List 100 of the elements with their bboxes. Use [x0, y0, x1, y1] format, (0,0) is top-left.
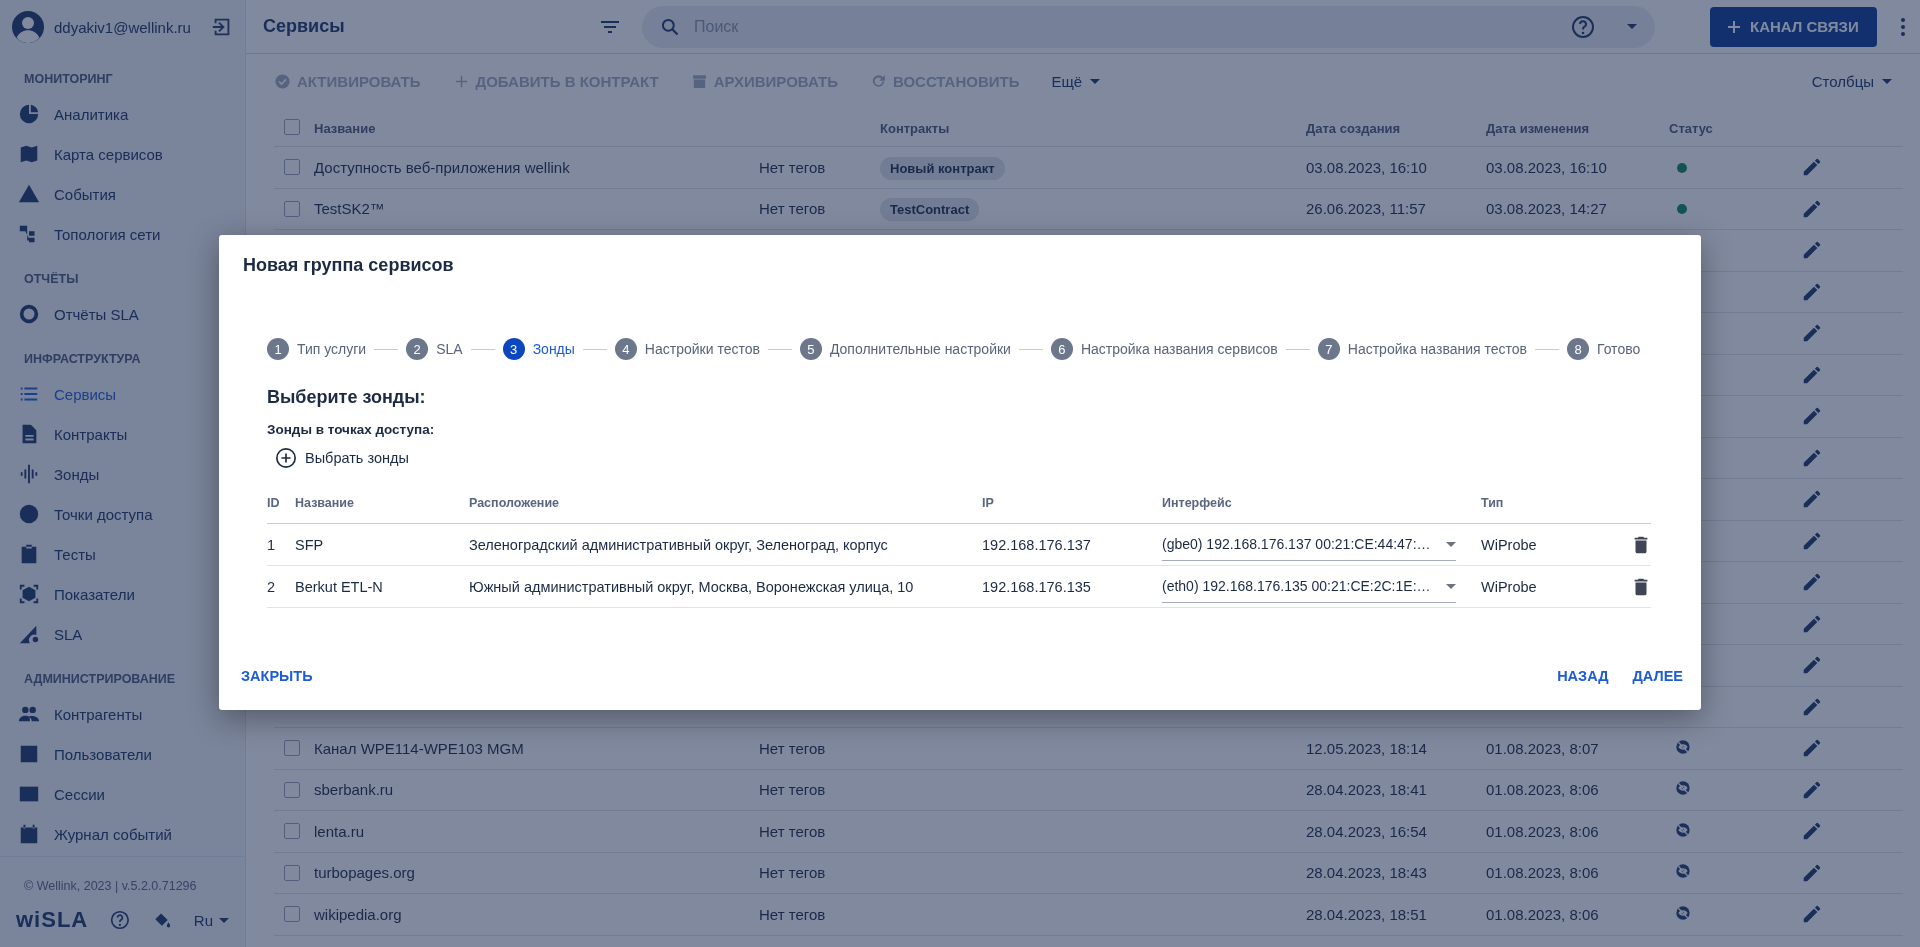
subheading: Зонды в точках доступа: [267, 422, 436, 437]
interface-select[interactable]: (eth0) 192.168.176.135 00:21:CE:2C:1E:… [1162, 570, 1456, 603]
table-cell: TestSK2™ [314, 200, 385, 218]
sidebar-item[interactable]: Карта сервисов [0, 134, 245, 174]
column-header: Статус [1669, 120, 1713, 136]
table-cell: Нет тегов [759, 905, 826, 923]
table-cell-text: Южный административный округ, Москва, Воронежская улица, 10 [469, 578, 915, 595]
sidebar-item[interactable]: Контракты [0, 414, 245, 454]
sidebar-item[interactable]: Сессии [0, 774, 245, 814]
step[interactable]: 6 Настройка названия сервисов [1050, 338, 1278, 360]
cube-icon [18, 583, 40, 605]
table-cell: turbopages.org [314, 864, 415, 882]
section-heading: Выберите зонды: [267, 387, 427, 408]
step[interactable]: 8 Готово [1567, 338, 1641, 360]
checkbox[interactable] [284, 740, 300, 757]
step[interactable]: 1 Тип услуги [267, 338, 367, 360]
caret-icon [1090, 78, 1101, 84]
checkbox[interactable] [284, 906, 300, 923]
select-probes-button[interactable]: Выбрать зонды [275, 447, 409, 469]
more-icon[interactable] [1900, 17, 1905, 36]
sidebar-item[interactable]: Контрагенты [0, 694, 245, 734]
step[interactable]: 7 Настройка названия тестов [1317, 338, 1527, 360]
table-cell: 01.08.2023, 8:06 [1486, 905, 1599, 923]
table-cell-text: SFP [295, 536, 325, 553]
table-cell: 26.06.2023, 11:57 [1306, 200, 1426, 218]
sidebar-item[interactable]: Пользователи [0, 734, 245, 774]
column-header: Интерфейс [1162, 496, 1233, 510]
table-cell: 01.08.2023, 8:06 [1486, 864, 1599, 882]
table-cell: 01.08.2023, 8:06 [1486, 822, 1599, 840]
add-channel-button[interactable]: КАНАЛ СВЯЗИ [1710, 6, 1877, 47]
sidebar-item[interactable]: Сервисы [0, 374, 245, 414]
help-icon[interactable] [110, 909, 130, 931]
table-cell: wikipedia.org [314, 905, 402, 923]
table-cell: sberbank.ru [314, 781, 394, 799]
step-number: 4 [614, 338, 637, 360]
dialog-title: Новая группа сервисов [243, 255, 455, 276]
sidebar-item[interactable]: Журнал событий [0, 814, 245, 854]
step[interactable]: 4 Настройки тестов [614, 338, 760, 360]
interface-select[interactable]: (gbe0) 192.168.176.137 00:21:CE:44:47:… [1162, 528, 1456, 561]
circle-icon [18, 503, 40, 525]
sidebar-item[interactable]: Аналитика [0, 94, 245, 134]
step-number: 1 [267, 338, 289, 360]
sidebar-item[interactable]: Показатели [0, 574, 245, 614]
table-cell: 28.04.2023, 18:41 [1306, 781, 1427, 799]
step-number: 7 [1317, 338, 1340, 360]
table-cell: Нет тегов [759, 158, 826, 176]
sidebar-item[interactable]: Отчёты SLA [0, 294, 245, 334]
section-title: ИНФРАСТРУКТУРА [23, 351, 142, 368]
column-header: ID [267, 496, 281, 510]
checkbox[interactable] [284, 119, 300, 135]
table-cell: 28.04.2023, 18:51 [1306, 905, 1427, 923]
section-title: МОНИТОРИНГ [23, 71, 114, 88]
user-email: ddyakiv1@wellink.ru [54, 18, 192, 36]
add-circle-icon [275, 447, 297, 469]
help-icon[interactable] [1571, 14, 1595, 39]
step[interactable]: 2 SLA [406, 338, 463, 360]
sidebar-item[interactable]: События [0, 174, 245, 214]
sidebar-item[interactable]: SLA [0, 614, 245, 654]
table-cell: Канал WPE114-WPE103 MGM [314, 739, 524, 757]
map-icon [18, 143, 40, 165]
more-dropdown[interactable]: Ещё [1051, 72, 1101, 90]
next-button[interactable]: ДАЛЕЕ [1632, 668, 1683, 684]
checkbox[interactable] [284, 823, 300, 840]
language-dropdown[interactable]: Ru [193, 911, 229, 929]
archive-box-icon [690, 72, 708, 90]
page-title: Сервисы [263, 16, 346, 37]
table-cell: 03.08.2023, 14:27 [1486, 200, 1607, 218]
calendar-icon [18, 823, 40, 845]
columns-dropdown[interactable]: Столбцы [1811, 72, 1892, 90]
back-button[interactable]: НАЗАД [1557, 668, 1609, 684]
search-icon [660, 16, 680, 37]
sidebar-item[interactable]: Тесты [0, 534, 245, 574]
column-header: Контракты [880, 120, 950, 136]
section-title: АДМИНИСТРИРОВАНИЕ [23, 671, 177, 688]
plus-icon [1728, 20, 1740, 33]
caret-icon [1882, 78, 1892, 84]
sidebar-item[interactable]: Точки доступа [0, 494, 245, 534]
table-cell: Доступность веб-приложения wellink [314, 158, 570, 176]
avatar-icon [12, 11, 44, 43]
column-header: Тип [1481, 496, 1505, 510]
sidebar-item[interactable]: Зонды [0, 454, 245, 494]
checkbox[interactable] [284, 200, 300, 217]
table-cell-text: Berkut ETL-N [295, 578, 384, 595]
step[interactable]: 3 Зонды [502, 338, 575, 360]
step[interactable]: 5 Дополнительные настройки [799, 338, 1011, 360]
column-header: Расположение [469, 496, 561, 510]
table-cell: 03.08.2023, 16:10 [1306, 158, 1427, 176]
checkbox[interactable] [284, 159, 300, 176]
table-cell-text: 1 [267, 536, 277, 553]
section-title: ОТЧЁТЫ [23, 271, 80, 288]
column-header: Название [314, 120, 376, 136]
version-text: © Wellink, 2023 | v.5.2.0.71296 [0, 856, 245, 901]
checkbox[interactable] [284, 781, 300, 798]
ring-icon [18, 303, 40, 325]
table-cell: 03.08.2023, 16:10 [1486, 158, 1607, 176]
close-button[interactable]: ЗАКРЫТЬ [241, 668, 313, 684]
sidebar-item[interactable]: Топология сети [0, 214, 245, 254]
checkbox[interactable] [284, 864, 300, 881]
column-header: Дата создания [1306, 120, 1401, 136]
caret-icon[interactable] [1627, 24, 1637, 29]
